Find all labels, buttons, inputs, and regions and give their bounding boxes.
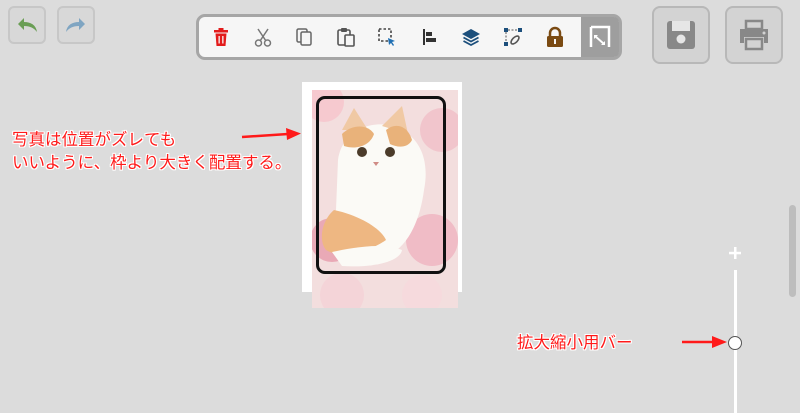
zoom-slider-handle[interactable] — [728, 336, 742, 350]
photo-note-line2: いいように、枠より大きく配置する。 — [12, 153, 292, 172]
select-area-button[interactable] — [371, 21, 403, 53]
crop-frame[interactable] — [316, 96, 446, 274]
select-area-icon — [378, 28, 395, 46]
undo-icon — [18, 18, 37, 32]
print-icon — [740, 19, 768, 51]
rotate-corner-icon — [589, 25, 611, 47]
rotate-corner-button[interactable] — [581, 17, 619, 57]
link-points-button[interactable] — [497, 21, 529, 53]
scrollbar-thumb[interactable] — [789, 205, 796, 297]
align-left-button[interactable] — [413, 21, 445, 53]
align-left-icon — [423, 29, 436, 45]
paste-button[interactable] — [330, 21, 362, 53]
save-button[interactable] — [652, 6, 710, 64]
lock-button[interactable] — [539, 21, 571, 53]
photo-note-arrow — [241, 128, 301, 140]
undo-button[interactable] — [8, 6, 46, 44]
zoom-note: 拡大縮小用バー — [517, 333, 633, 352]
cut-button[interactable] — [247, 21, 279, 53]
lock-icon — [547, 26, 563, 47]
scissors-icon — [254, 28, 272, 47]
delete-button[interactable] — [205, 21, 237, 53]
link-points-icon — [504, 28, 522, 46]
edit-toolbar — [196, 14, 622, 60]
copy-button[interactable] — [288, 21, 320, 53]
photo-note-line1: 写真は位置がズレても — [12, 130, 177, 149]
layers-icon — [462, 29, 480, 47]
copy-icon — [296, 28, 312, 46]
zoom-note-arrow — [682, 336, 727, 348]
redo-icon — [66, 18, 85, 32]
trash-icon — [214, 28, 228, 46]
save-icon — [667, 21, 695, 49]
layers-button[interactable] — [455, 21, 487, 53]
paste-icon — [337, 28, 355, 47]
zoom-in-icon[interactable] — [728, 246, 742, 260]
print-button[interactable] — [725, 6, 783, 64]
redo-button[interactable] — [57, 6, 95, 44]
